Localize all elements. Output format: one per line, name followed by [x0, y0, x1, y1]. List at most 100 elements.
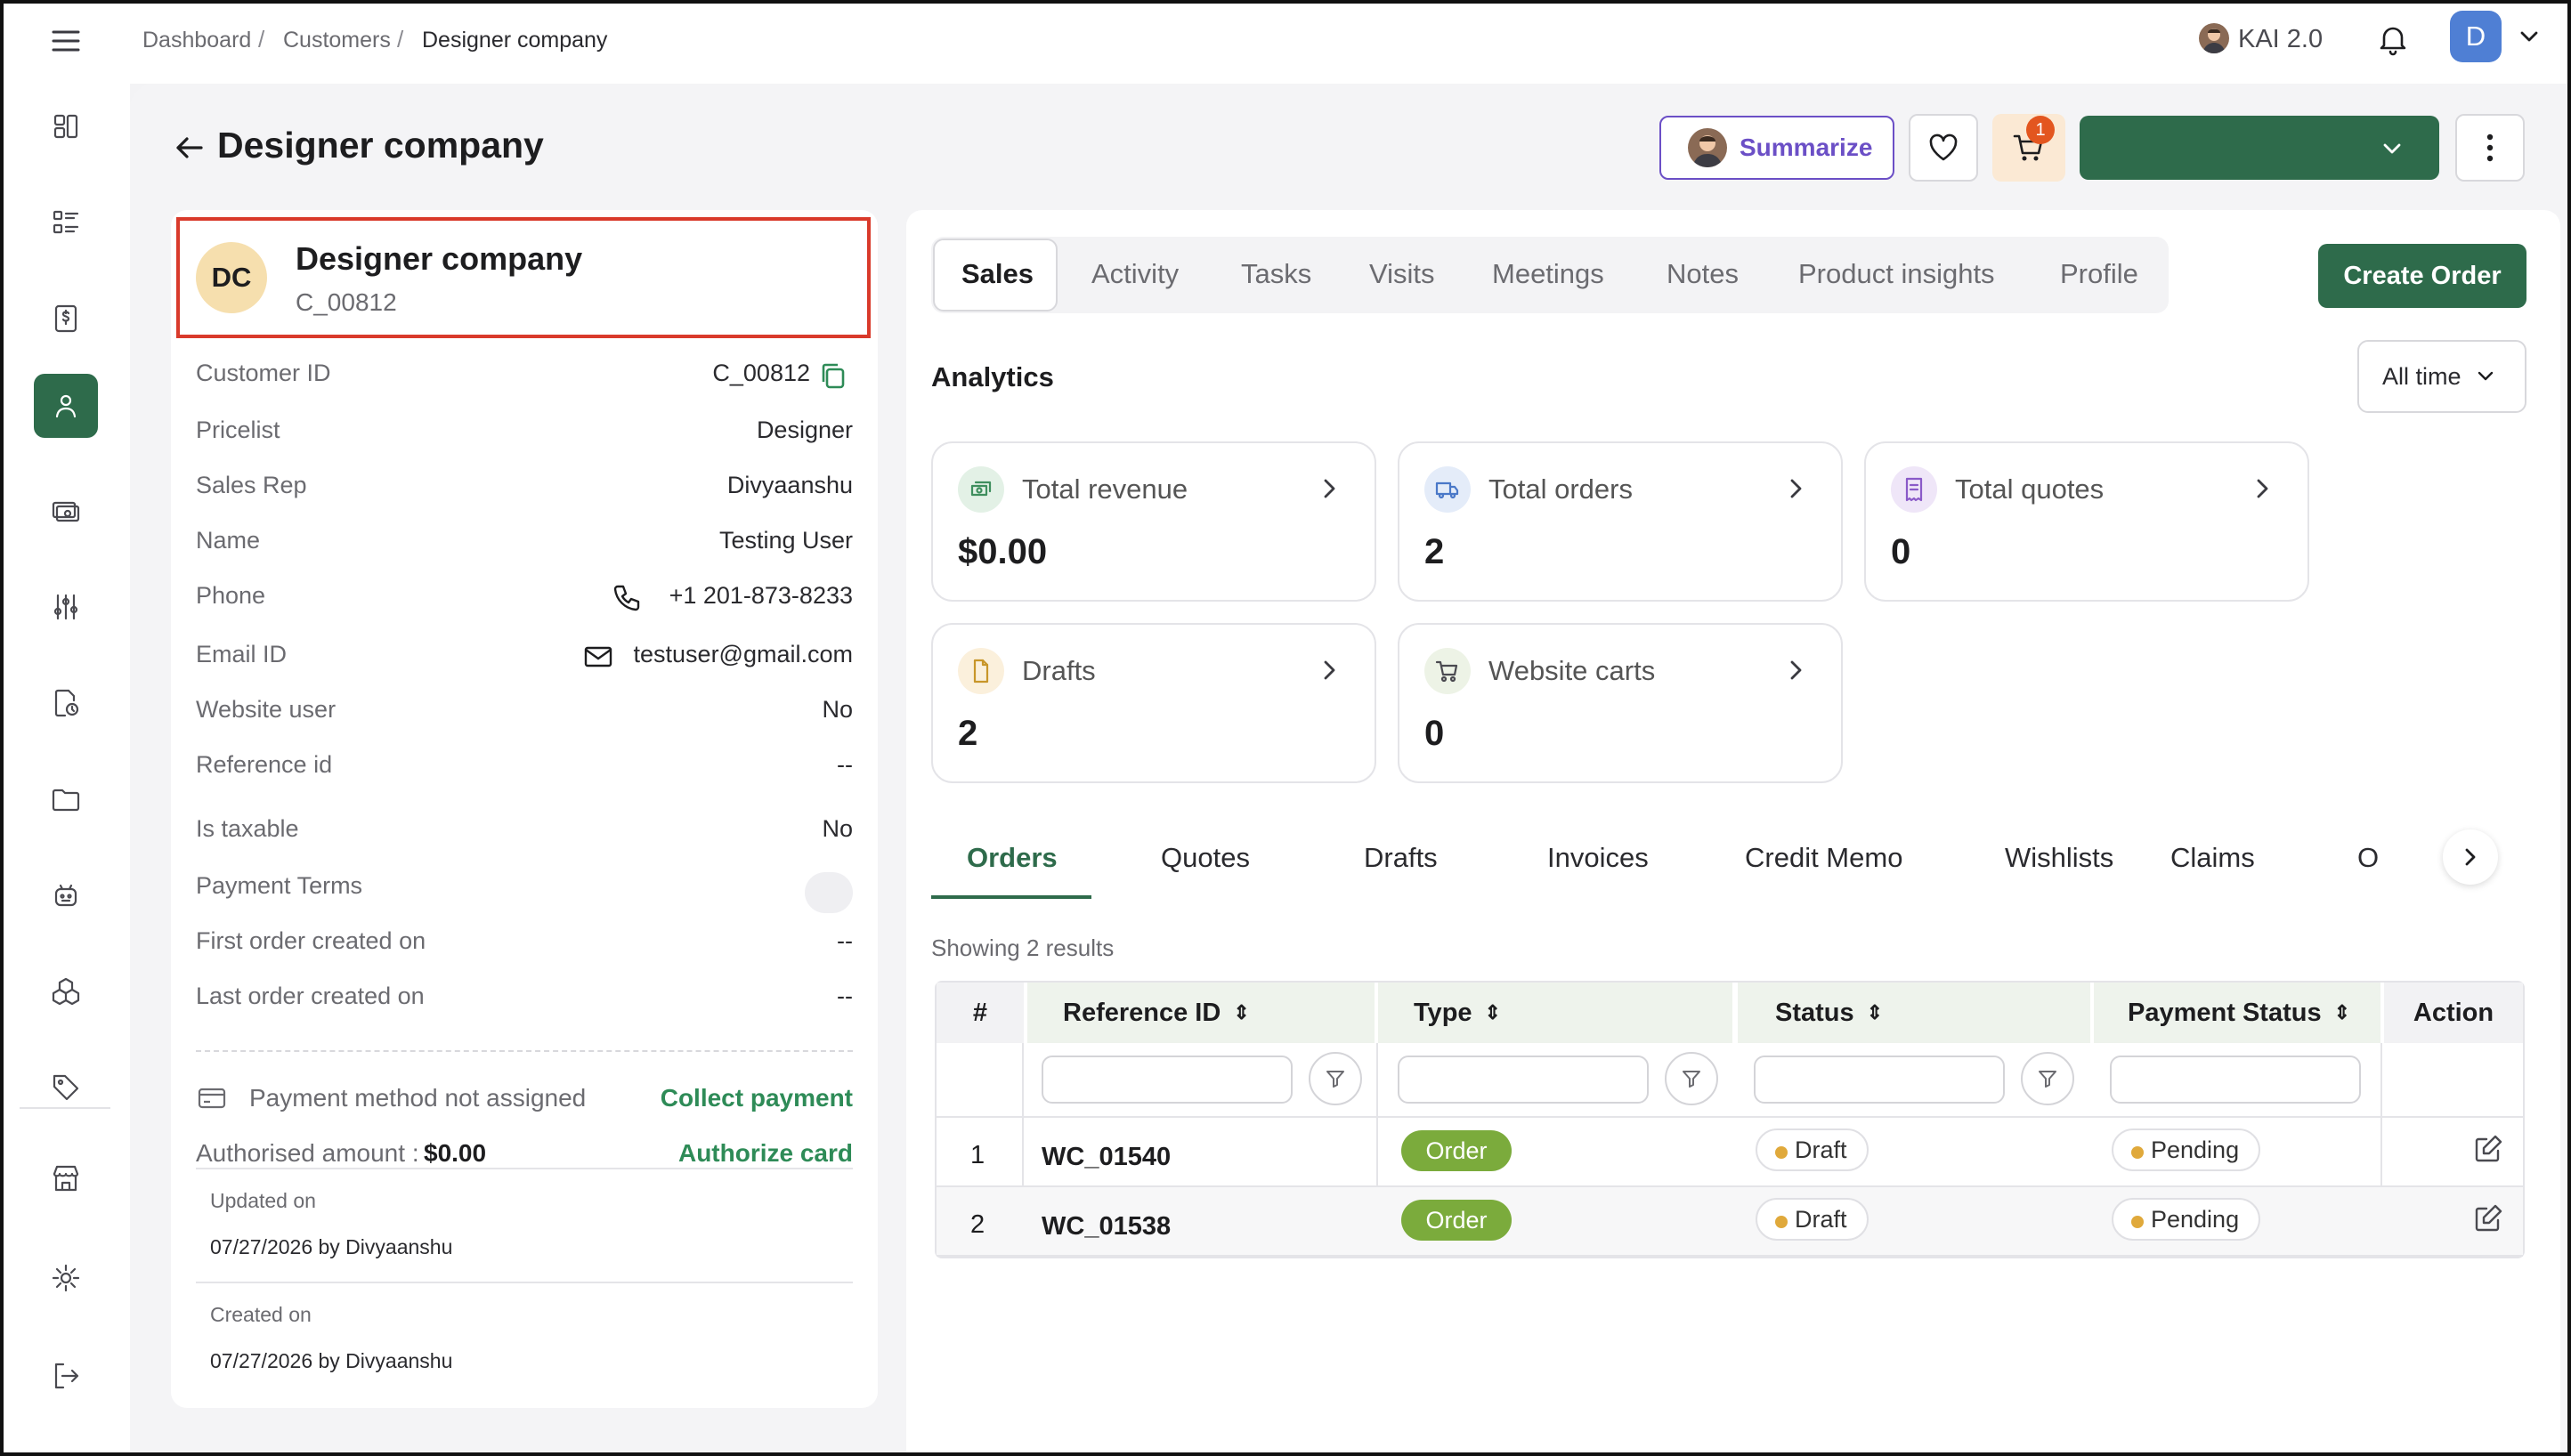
- primary-action-dropdown[interactable]: [2080, 116, 2439, 180]
- tag-icon[interactable]: [34, 1056, 98, 1120]
- chevron-down-icon[interactable]: [2516, 23, 2543, 50]
- kai-avatar-icon[interactable]: [2199, 23, 2229, 53]
- status-filter-input[interactable]: [1754, 1056, 2005, 1104]
- tab-meetings[interactable]: Meetings: [1492, 258, 1604, 290]
- type-filter-input[interactable]: [1398, 1056, 1649, 1104]
- summarize-button[interactable]: Summarize: [1659, 116, 1894, 180]
- tab-activity[interactable]: Activity: [1091, 258, 1179, 290]
- status-badge: Draft: [1756, 1128, 1869, 1171]
- field-value: --: [837, 927, 853, 954]
- field-label: Is taxable: [196, 815, 299, 842]
- column-header-type[interactable]: Type ⇕: [1378, 983, 1732, 1043]
- stat-card-website-carts[interactable]: Website carts 0: [1398, 623, 1843, 783]
- reports-icon[interactable]: [34, 671, 98, 735]
- create-order-label: Create Order: [2343, 261, 2502, 290]
- order-tab-quotes[interactable]: Quotes: [1161, 842, 1250, 874]
- stat-card-total-orders[interactable]: Total orders 2: [1398, 441, 1843, 602]
- chevron-down-icon: [2383, 143, 2401, 154]
- edit-icon[interactable]: [2471, 1201, 2505, 1235]
- payment-status-badge: Pending: [2112, 1198, 2261, 1241]
- sort-icon[interactable]: ⇕: [1233, 1001, 1249, 1024]
- gear-icon[interactable]: [34, 1246, 98, 1310]
- payment-status-filter-input[interactable]: [2110, 1056, 2361, 1104]
- kai-label[interactable]: KAI 2.0: [2238, 25, 2323, 54]
- row-number: 1: [970, 1141, 985, 1169]
- stat-value: $0.00: [958, 532, 1048, 571]
- row-divider: [937, 1255, 2523, 1257]
- table-row[interactable]: [937, 1187, 2523, 1255]
- order-tab-wishlists[interactable]: Wishlists: [2005, 842, 2113, 874]
- field-label: Website user: [196, 696, 337, 723]
- filter-icon[interactable]: [1665, 1052, 1718, 1105]
- bot-icon[interactable]: [34, 863, 98, 927]
- dashboard-icon[interactable]: [34, 94, 98, 158]
- stat-value: 0: [1424, 714, 1445, 753]
- authorize-card-link[interactable]: Authorize card: [678, 1139, 853, 1168]
- store-icon[interactable]: [34, 1146, 98, 1210]
- orders-tab-underline: [931, 895, 1091, 899]
- invoice-icon[interactable]: [34, 287, 98, 351]
- updated-label: Updated on: [210, 1189, 316, 1212]
- sort-icon[interactable]: ⇕: [1867, 1001, 1883, 1024]
- reference-id[interactable]: WC_01538: [1042, 1212, 1171, 1242]
- tab-product-insights[interactable]: Product insights: [1798, 258, 1995, 290]
- time-range-select[interactable]: All time: [2357, 340, 2526, 413]
- back-arrow-icon[interactable]: [171, 132, 207, 164]
- folder-icon[interactable]: [34, 767, 98, 831]
- reference-filter-input[interactable]: [1042, 1056, 1293, 1104]
- stat-title: Total quotes: [1955, 473, 2105, 505]
- copy-icon[interactable]: [817, 360, 849, 392]
- order-tab-o[interactable]: O: [2357, 842, 2379, 874]
- collect-payment-link[interactable]: Collect payment: [661, 1084, 853, 1112]
- user-avatar[interactable]: D: [2450, 11, 2502, 62]
- reference-id[interactable]: WC_01540: [1042, 1143, 1171, 1172]
- tab-sales[interactable]: Sales: [961, 258, 1034, 290]
- field-value: No: [822, 815, 853, 842]
- field-value: +1 201-873-8233: [669, 582, 853, 609]
- type-label: Order: [1425, 1206, 1488, 1234]
- wishlist-button[interactable]: [1909, 114, 1978, 182]
- sort-icon[interactable]: ⇕: [2334, 1001, 2350, 1024]
- settings-sliders-icon[interactable]: [34, 575, 98, 639]
- stat-card-total-revenue[interactable]: Total revenue $0.00: [931, 441, 1376, 602]
- order-tab-orders[interactable]: Orders: [967, 842, 1058, 874]
- tab-tasks[interactable]: Tasks: [1241, 258, 1311, 290]
- stat-card-drafts[interactable]: Drafts 2: [931, 623, 1376, 783]
- order-tab-invoices[interactable]: Invoices: [1547, 842, 1649, 874]
- user-avatar-initial: D: [2465, 20, 2486, 52]
- stat-card-total-quotes[interactable]: Total quotes 0: [1864, 441, 2309, 602]
- logout-icon[interactable]: [34, 1344, 98, 1408]
- more-options-button[interactable]: [2455, 114, 2525, 182]
- column-header-reference[interactable]: Reference ID ⇕: [1027, 983, 1375, 1043]
- column-header-payment-status[interactable]: Payment Status ⇕: [2094, 983, 2380, 1043]
- breadcrumb-customers[interactable]: Customers: [283, 28, 391, 53]
- receipt-icon: [1891, 466, 1937, 513]
- tabs-scroll-button[interactable]: [2443, 829, 2498, 885]
- order-tab-credit-memo[interactable]: Credit Memo: [1745, 842, 1902, 874]
- order-tab-drafts[interactable]: Drafts: [1364, 842, 1438, 874]
- customers-icon[interactable]: [34, 374, 98, 438]
- column-header-status[interactable]: Status ⇕: [1738, 983, 2090, 1043]
- tab-notes[interactable]: Notes: [1667, 258, 1739, 290]
- list-icon[interactable]: [34, 190, 98, 255]
- authorised-amount-label: Authorised amount :: [196, 1139, 419, 1167]
- create-order-button[interactable]: Create Order: [2318, 244, 2526, 308]
- products-icon[interactable]: [34, 959, 98, 1023]
- sort-icon[interactable]: ⇕: [1485, 1001, 1501, 1024]
- edit-icon[interactable]: [2471, 1132, 2505, 1166]
- menu-icon[interactable]: [50, 25, 82, 57]
- field-label: First order created on: [196, 927, 426, 954]
- bell-icon[interactable]: [2375, 21, 2411, 57]
- breadcrumb-separator: /: [397, 26, 404, 53]
- payment-terms-chip: [805, 872, 853, 913]
- chevron-right-icon: [1316, 657, 1342, 684]
- divider: [196, 1168, 853, 1169]
- breadcrumb-dashboard[interactable]: Dashboard: [142, 28, 251, 53]
- filter-icon[interactable]: [1309, 1052, 1362, 1105]
- tab-visits[interactable]: Visits: [1369, 258, 1435, 290]
- payments-icon[interactable]: [34, 479, 98, 543]
- filter-icon[interactable]: [2021, 1052, 2074, 1105]
- order-tab-claims[interactable]: Claims: [2170, 842, 2255, 874]
- tab-profile[interactable]: Profile: [2060, 258, 2138, 290]
- cart-count: 1: [2035, 119, 2046, 140]
